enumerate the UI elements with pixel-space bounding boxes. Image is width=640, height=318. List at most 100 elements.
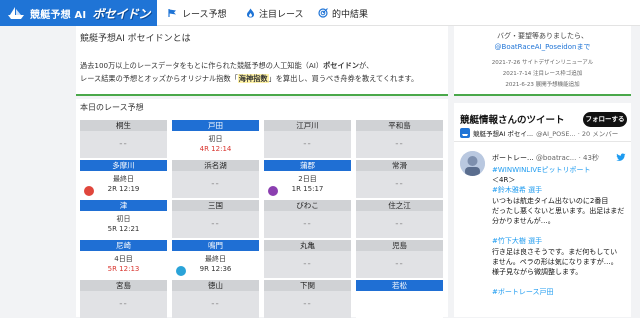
race-card-body: 2日目 1R 15:17 [264, 171, 351, 198]
race-venue-name: 鳴門 [172, 240, 259, 251]
race-day: 初日 [208, 135, 223, 143]
tweet-author[interactable]: ボートレー... [492, 154, 534, 162]
race-venue-name: 宮島 [80, 280, 167, 291]
twitter-list-account[interactable]: 競艇予想AI ポセイ... @AI_POSE... · 20 メンバー [460, 128, 628, 138]
race-venue-name: 常滑 [356, 160, 443, 171]
race-venue-name: 蒲郡 [264, 160, 351, 171]
news-bug-report: バグ・要望等ありましたら、 [497, 32, 588, 40]
race-card: 平和島 -- [356, 120, 443, 158]
sponsor-badge-icon [84, 186, 94, 196]
race-card-body: -- [80, 291, 167, 318]
race-venue-name: 戸田 [172, 120, 259, 131]
race-card-body: 最終日 2R 12:19 [80, 171, 167, 198]
no-race-dash: -- [303, 259, 312, 269]
no-race-dash: -- [303, 139, 312, 149]
tweet-header: ボートレー... @boatrac... · 43秒 [492, 153, 599, 163]
race-card-body: -- [264, 211, 351, 238]
tweet-text-line: ません。ペラの形は気になりますが…。 [492, 257, 618, 266]
race-card-body: -- [172, 211, 259, 238]
race-card-body: -- [356, 251, 443, 278]
race-card: 宮島 -- [80, 280, 167, 318]
race-card-body: -- [264, 291, 351, 318]
race-card[interactable]: 多摩川 最終日 2R 12:19 [80, 160, 167, 198]
race-card-body: -- [172, 171, 259, 198]
flame-icon [247, 8, 254, 18]
race-day: 4日目 [114, 255, 133, 263]
race-card: 常滑 -- [356, 160, 443, 198]
races-title: 本日のレース予想 [80, 103, 144, 112]
race-venue-name: 下関 [264, 280, 351, 291]
intro-index-highlight: 海神指数 [237, 74, 269, 83]
race-venue-name: 桐生 [80, 120, 167, 131]
todays-races-panel: 本日のレース予想 桐生 -- 戸田 初日 4R 12:14 江戸川 -- 平和島 -- 多摩川 最終… [76, 99, 448, 318]
intro-panel: 競艇予想AI ポセイドンとは 過去100万以上のレースデータをもとに作られた競艇… [76, 26, 448, 96]
tweet-text-line: 行き足は良さそうです。まだ何もしてい [492, 247, 618, 256]
nav-focus-label: 注目レース [259, 9, 304, 20]
nav-race-prediction[interactable]: レース予想 [168, 0, 227, 26]
tweet-hashtag[interactable]: #WINWINLIVEピットリポート [492, 165, 591, 175]
race-card: 住之江 -- [356, 200, 443, 238]
race-card[interactable]: 鳴門 最終日 9R 12:36 [172, 240, 259, 278]
race-day: 最終日 [113, 175, 134, 183]
nav-race-label: レース予想 [182, 9, 227, 20]
tweet-text-line: 分かりませんが…。 [492, 217, 555, 225]
tweet-avatar[interactable] [460, 151, 485, 176]
race-card-body: 初日 4R 12:14 [172, 131, 259, 158]
news-contact-handle[interactable]: @BoatRaceAI_Poseidonまで [454, 42, 631, 52]
race-time: 4R 12:14 [199, 145, 232, 153]
race-card[interactable]: 尼崎 4日目 5R 12:13 [80, 240, 167, 278]
list-account-name: 競艇予想AI ポセイ... [473, 130, 534, 138]
race-card: 桐生 -- [80, 120, 167, 158]
race-venue-name: 平和島 [356, 120, 443, 131]
no-race-dash: -- [395, 259, 404, 269]
nav-hit-results[interactable]: 的中結果 [318, 0, 368, 26]
race-card-body: 初日 5R 12:21 [80, 211, 167, 238]
tweet-text-line: いつもは航走タイム出ないのに2番目 [492, 196, 609, 205]
race-card-body: 4日目 5R 12:13 [80, 251, 167, 278]
race-day: 2日目 [298, 175, 317, 183]
no-race-dash: -- [395, 139, 404, 149]
race-venue-name: びわこ [264, 200, 351, 211]
no-race-dash: -- [119, 299, 128, 309]
tweet-text-line: だったし悪くないと思います。出足はまだ [492, 206, 625, 215]
brand-logo-area[interactable]: 競艇予想 AI ボセイドン [0, 0, 157, 26]
list-avatar-icon [460, 128, 470, 138]
no-race-dash: -- [211, 299, 220, 309]
race-card: 下関 -- [264, 280, 351, 318]
race-card[interactable]: 津初日 5R 12:21 [80, 200, 167, 238]
tweet-hashtag[interactable]: #鈴木雅希 選手 [492, 185, 542, 195]
sponsor-badge-icon [268, 186, 278, 196]
race-card-body [356, 291, 443, 318]
intro-description: 過去100万以上のレースデータをもとに作られた競艇予想の人工知能（AI）ポセイド… [80, 59, 444, 85]
race-venue-name: 若松 [356, 280, 443, 291]
no-race-dash: -- [211, 219, 220, 229]
race-card[interactable]: 蒲郡 2日目 1R 15:17 [264, 160, 351, 198]
race-venue-name: 多摩川 [80, 160, 167, 171]
no-race-dash: -- [395, 179, 404, 189]
race-venue-name: 住之江 [356, 200, 443, 211]
race-card[interactable]: 戸田初日 4R 12:14 [172, 120, 259, 158]
intro-text-3: レース結果の予想とオッズからオリジナル指数「 [80, 74, 238, 83]
race-card-body: -- [80, 131, 167, 158]
race-card: 児島 -- [356, 240, 443, 278]
boat-icon [4, 4, 28, 22]
race-card: 三国 -- [172, 200, 259, 238]
nav-focus-race[interactable]: 注目レース [246, 0, 304, 26]
intro-text-2: が、 [359, 61, 374, 70]
tweet-hashtag[interactable]: #竹下大樹 選手 [492, 236, 542, 246]
tweet-hashtag[interactable]: #ボートレース戸田 [492, 287, 554, 297]
no-race-dash: -- [119, 139, 128, 149]
race-card-body: -- [172, 291, 259, 318]
race-day: 最終日 [205, 255, 226, 263]
intro-title: 競艇予想AI ポセイドンとは [80, 34, 191, 44]
race-venue-name: 津 [80, 200, 167, 211]
tweet-text-line: ＜4R＞ [492, 176, 516, 185]
no-race-dash: -- [303, 219, 312, 229]
race-card-body: -- [264, 131, 351, 158]
follow-button[interactable]: フォローする [583, 112, 627, 127]
brand-logo-text: ボセイドン [92, 6, 150, 21]
twitter-bird-icon [616, 153, 626, 161]
race-card: 徳山 -- [172, 280, 259, 318]
list-account-handle: @AI_POSE... · 20 メンバー [536, 130, 619, 138]
race-card[interactable]: 若松 [356, 280, 443, 318]
